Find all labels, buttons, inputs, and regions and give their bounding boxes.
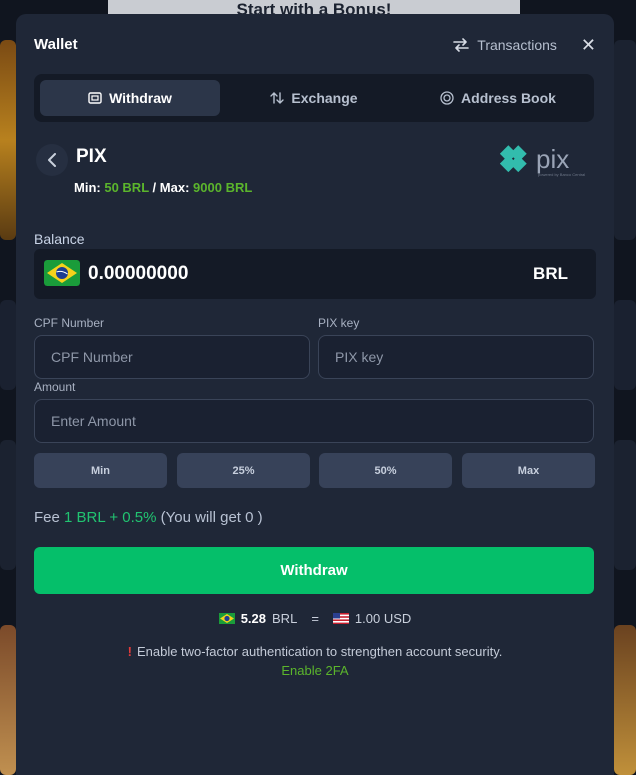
chevron-left-icon xyxy=(48,153,56,167)
fee-prefix: Fee xyxy=(34,509,60,526)
tab-label: Exchange xyxy=(291,90,358,106)
rate-left-currency: BRL xyxy=(272,611,298,626)
amount-input[interactable]: Enter Amount xyxy=(34,399,594,443)
wallet-modal: Wallet Transactions ✕ Withdraw Exchange xyxy=(16,14,614,775)
exchange-icon xyxy=(270,92,285,104)
exchange-rate: 5.28 BRL = 1.00 USD xyxy=(16,611,614,626)
fee-suffix: (You will get 0 ) xyxy=(160,509,263,526)
min-label: Min: xyxy=(74,180,101,195)
balance-display: 0.00000000 BRL xyxy=(34,249,596,299)
max-amount-button[interactable]: Max xyxy=(462,453,595,488)
rate-right-value: 1.00 USD xyxy=(354,611,412,626)
cpf-input[interactable]: CPF Number xyxy=(34,335,310,379)
fee-value: 1 BRL + 0.5% xyxy=(64,509,157,526)
background-game-tile xyxy=(614,300,636,390)
cpf-placeholder: CPF Number xyxy=(51,349,133,365)
brazil-flag-icon xyxy=(218,613,235,624)
payment-method: PIX Min: 50 BRL / Max: 9000 BRL pix powe… xyxy=(36,144,592,200)
tab-withdraw[interactable]: Withdraw xyxy=(40,80,220,116)
withdraw-button[interactable]: Withdraw xyxy=(34,547,594,594)
background-game-tile xyxy=(0,40,16,240)
25-percent-button[interactable]: 25% xyxy=(177,453,310,488)
balance-value: 0.00000000 xyxy=(88,263,189,284)
security-warning-text: Enable two-factor authentication to stre… xyxy=(136,644,503,659)
min-amount-button[interactable]: Min xyxy=(34,453,167,488)
balance-label: Balance xyxy=(34,231,85,247)
wallet-tabs: Withdraw Exchange Address Book xyxy=(34,74,594,122)
method-name: PIX xyxy=(76,146,107,167)
brazil-flag-icon xyxy=(44,260,80,286)
background-game-tile xyxy=(0,300,16,390)
pix-key-input[interactable]: PIX key xyxy=(318,335,594,379)
tab-label: Withdraw xyxy=(109,90,172,106)
transactions-label: Transactions xyxy=(477,37,557,53)
background-game-tile xyxy=(614,40,636,240)
cpf-label: CPF Number xyxy=(34,316,105,330)
tab-exchange[interactable]: Exchange xyxy=(224,80,404,116)
transactions-button[interactable]: Transactions xyxy=(453,37,557,53)
rate-left-value: 5.28 xyxy=(240,611,267,626)
method-limits: Min: 50 BRL / Max: 9000 BRL xyxy=(74,180,252,195)
max-label: Max: xyxy=(159,180,190,195)
us-flag-icon xyxy=(332,613,349,624)
max-value: 9000 BRL xyxy=(193,180,253,195)
limit-separator: / xyxy=(152,180,157,195)
security-warning: ! Enable two-factor authentication to str… xyxy=(16,644,614,659)
close-icon[interactable]: ✕ xyxy=(581,36,596,54)
balance-currency: BRL xyxy=(533,264,568,283)
enable-2fa-link[interactable]: Enable 2FA xyxy=(16,663,614,678)
pix-logo-text: pix xyxy=(536,144,569,174)
background-game-tile xyxy=(614,625,636,775)
min-value: 50 BRL xyxy=(104,180,149,195)
amount-label: Amount xyxy=(34,380,76,394)
background-game-tile xyxy=(0,625,16,775)
pix-logo-subtext: powered by Banco Central xyxy=(538,172,585,177)
pix-logo: pix powered by Banco Central xyxy=(499,144,592,184)
wallet-header: Wallet Transactions ✕ xyxy=(34,36,596,56)
fee-info: Fee 1 BRL + 0.5% (You will get 0 ) xyxy=(34,509,263,526)
pix-key-label: PIX key xyxy=(318,316,360,330)
exclamation-icon: ! xyxy=(127,644,132,659)
50-percent-button[interactable]: 50% xyxy=(319,453,452,488)
background-game-tile xyxy=(0,440,16,570)
rate-equals: = xyxy=(311,611,319,626)
background-game-tile xyxy=(614,440,636,570)
tab-address-book[interactable]: Address Book xyxy=(408,80,588,116)
pix-key-placeholder: PIX key xyxy=(335,349,384,365)
amount-placeholder: Enter Amount xyxy=(51,413,136,429)
wallet-icon xyxy=(88,92,102,104)
transfer-arrows-icon xyxy=(453,38,470,52)
tab-label: Address Book xyxy=(461,90,556,106)
back-button[interactable] xyxy=(36,144,68,176)
address-book-icon xyxy=(440,91,454,105)
